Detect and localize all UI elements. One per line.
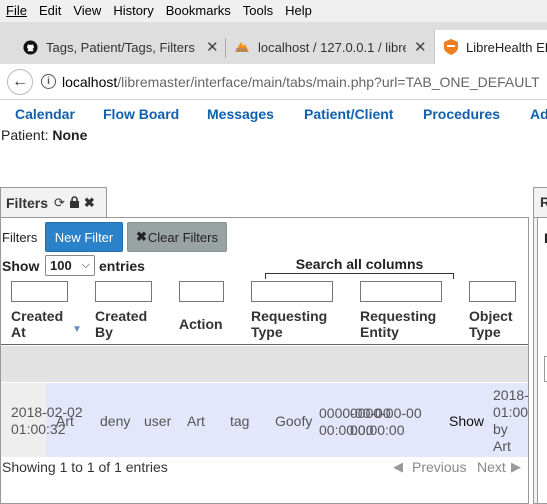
tab-title: LibreHealth EHR (466, 39, 547, 55)
new-filter-button[interactable]: New Filter (45, 222, 123, 252)
col-header-action[interactable]: Action (179, 316, 223, 332)
back-arrow-icon[interactable]: ← (7, 68, 33, 95)
filters-panel-title: Filters (6, 195, 49, 211)
col-header-created-by[interactable]: Created By (95, 308, 147, 340)
col-header-requesting-type[interactable]: Requesting Type (251, 308, 327, 340)
refresh-icon[interactable]: ⟳ (54, 195, 65, 211)
page-length-select[interactable]: 100 ⌵ (45, 255, 95, 276)
filters-panel: Filters New Filter ✖ Clear Filters Show 1… (0, 217, 529, 504)
object-type-filter-input[interactable] (469, 281, 516, 302)
menu-file[interactable]: File (0, 0, 33, 22)
cell-action: deny (100, 413, 131, 429)
github-icon (22, 39, 38, 55)
table-info: Showing 1 to 1 of 1 entries (2, 459, 168, 475)
table-row[interactable]: 2018-02-02 01:00:32 Art deny user Art tag… (1, 383, 529, 457)
filters-label: Filters (2, 230, 38, 245)
svg-text:PMA: PMA (236, 48, 247, 53)
chevron-down-icon: ⌵ (81, 259, 90, 271)
clear-filters-label: Clear Filters (147, 229, 218, 245)
librehealth-icon (444, 39, 458, 55)
patient-value: None (52, 127, 88, 143)
search-all-bracket (265, 273, 454, 279)
tab-separator (225, 38, 226, 58)
next-arrow-icon[interactable]: ▶ (511, 459, 521, 475)
right-panel-inner: F (537, 218, 547, 503)
cell-requesting-entity: Art (187, 413, 205, 429)
next-button[interactable]: Next (477, 459, 506, 475)
browser-tab-github[interactable]: Tags, Patient/Tags, Filters UI ✕ (22, 30, 222, 64)
table-band (1, 346, 528, 382)
browser-tab-librehealth[interactable]: LibreHealth EHR (434, 30, 547, 64)
close-icon[interactable]: ✖ (84, 195, 95, 211)
x-icon: ✖ (136, 229, 147, 244)
header-divider (1, 344, 528, 345)
filters-panel-tab[interactable]: Filters ⟳ ✖ (0, 187, 107, 218)
menu-edit[interactable]: Edit (33, 0, 67, 22)
nav-administration[interactable]: Ad (530, 106, 547, 122)
phpmyadmin-icon: PMA (234, 39, 250, 55)
cell-date-end: 0000-00-00 00:00:00 (350, 405, 422, 438)
nav-messages[interactable]: Messages (207, 106, 274, 122)
menu-bookmarks[interactable]: Bookmarks (160, 0, 237, 22)
action-filter-input[interactable] (179, 281, 224, 302)
browser-tab-phpmyadmin[interactable]: PMA localhost / 127.0.0.1 / libreeh ✕ (234, 30, 430, 64)
lock-icon[interactable] (69, 195, 80, 211)
cell-object-type: tag (230, 413, 250, 429)
cell-requesting-type: user (144, 413, 172, 429)
navigation-bar: ← i localhost/libremaster/interface/main… (0, 64, 547, 100)
close-icon[interactable]: ✕ (414, 38, 427, 56)
nav-calendar[interactable]: Calendar (15, 106, 75, 122)
close-icon[interactable]: ✕ (206, 38, 219, 56)
right-panel-tab[interactable]: R (533, 187, 547, 218)
requesting-type-filter-input[interactable] (251, 281, 333, 302)
prev-arrow-icon[interactable]: ◀ (393, 459, 403, 475)
created-by-filter-input[interactable] (95, 281, 152, 302)
col-header-created-at[interactable]: Created At (11, 308, 63, 340)
cell-last-modified: 2018- 01:00 by Art (493, 387, 529, 454)
previous-button[interactable]: Previous (412, 459, 466, 475)
url-field[interactable]: localhost/libremaster/interface/main/tab… (62, 74, 540, 90)
nav-patient-client[interactable]: Patient/Client (304, 106, 393, 122)
show-label: Show (2, 258, 40, 274)
nav-flow-board[interactable]: Flow Board (103, 106, 179, 122)
info-icon[interactable]: i (41, 74, 56, 89)
tab-title: localhost / 127.0.0.1 / libreeh (258, 39, 406, 55)
patient-status: Patient: None (1, 127, 87, 143)
page-length-value: 100 (50, 258, 72, 273)
col-header-requesting-entity[interactable]: Requesting Entity (360, 308, 436, 340)
col-header-object-type[interactable]: Object Type (469, 308, 513, 340)
patient-label: Patient: (1, 127, 49, 143)
browser-menubar: File Edit View History Bookmarks Tools H… (0, 0, 547, 22)
sort-desc-icon: ▼ (72, 324, 82, 335)
app-nav: Calendar Flow Board Messages Patient/Cli… (0, 104, 547, 126)
show-link[interactable]: Show (449, 413, 484, 430)
cell-created-by: Art (56, 413, 74, 429)
right-panel: F (533, 217, 547, 504)
created-at-filter-input[interactable] (11, 281, 68, 302)
menu-tools[interactable]: Tools (237, 0, 279, 22)
cell-object-entity: Goofy (275, 413, 313, 429)
search-all-label: Search all columns (295, 256, 424, 272)
menu-history[interactable]: History (107, 0, 159, 22)
nav-procedures[interactable]: Procedures (423, 106, 500, 122)
clear-filters-button[interactable]: ✖ Clear Filters (127, 222, 227, 252)
requesting-entity-filter-input[interactable] (360, 281, 442, 302)
menu-view[interactable]: View (67, 0, 107, 22)
browser-tab-strip: Tags, Patient/Tags, Filters UI ✕ PMA loc… (0, 22, 547, 64)
entries-label: entries (99, 258, 145, 274)
menu-help[interactable]: Help (279, 0, 318, 22)
tab-title: Tags, Patient/Tags, Filters UI (46, 39, 198, 55)
